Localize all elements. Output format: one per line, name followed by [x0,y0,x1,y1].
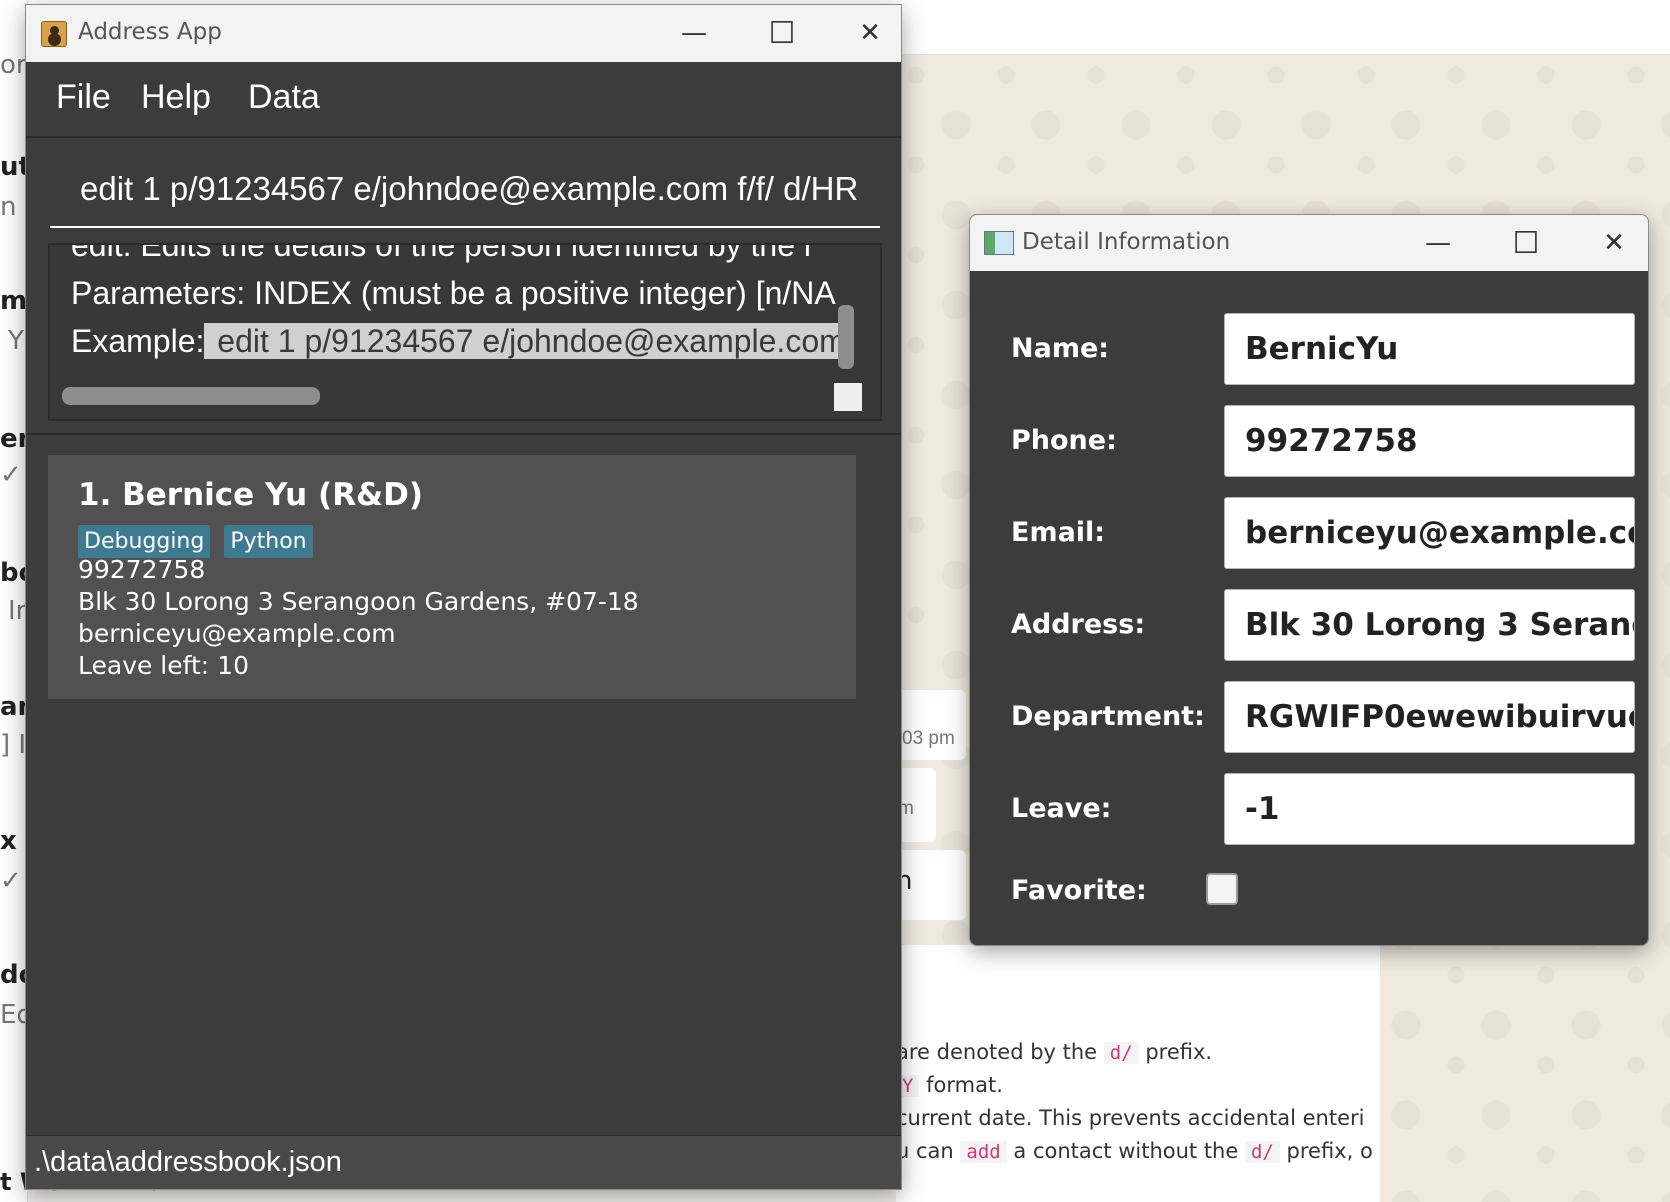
window-title: Address App [78,19,222,45]
result-example-label: Example: [71,323,205,359]
person-card[interactable]: 1. Bernice Yu (R&D) Debugging Python 992… [48,455,856,699]
doc-text: current date. This prevents accidental e… [896,1106,1365,1130]
doc-text: a contact without the [1006,1139,1245,1163]
doc-line: are denoted by the d/ prefix. [896,1040,1212,1064]
detail-row-phone: Phone: 99272758 [1011,405,1635,477]
detail-row-name: Name: BernicYu [1011,313,1635,385]
chat-fragment: ] I [0,730,27,760]
close-button[interactable]: ✕ [848,15,892,51]
result-line: Parameters: INDEX (must be a positive in… [71,275,836,311]
address-book-icon [41,21,67,47]
address-field[interactable]: Blk 30 Lorong 3 Serangoon Gardens, #07-1… [1224,589,1635,661]
background-document-preview: are denoted by the d/ prefix. Y format. … [896,945,1380,1202]
menu-file[interactable]: File [56,78,111,117]
detail-row-department: Department: RGWIFP0ewewibuirvuef [1011,681,1635,753]
department-label: Department: [1011,701,1205,732]
close-button[interactable]: ✕ [1592,225,1636,261]
minimize-button[interactable]: — [1416,225,1460,261]
doc-line: u can add a contact without the d/ prefi… [896,1139,1373,1163]
background-message-bubble: m [896,768,936,842]
menu-bar: File Help Data [26,62,901,138]
doc-code: d/ [1103,1042,1139,1064]
person-phone: 99272758 [78,555,206,584]
address-label: Address: [1011,609,1146,640]
email-label: Email: [1011,517,1106,548]
name-field[interactable]: BernicYu [1224,313,1635,385]
doc-text: are denoted by the [896,1040,1104,1064]
department-field-value: RGWIFP0ewewibuirvuef [1245,699,1635,735]
person-leave: Leave left: 10 [78,651,249,680]
name-field-value: BernicYu [1245,331,1399,367]
command-input[interactable]: edit 1 p/91234567 e/johndoe@example.com … [50,160,880,228]
result-line: Example: edit 1 p/91234567 e/johndoe@exa… [71,323,850,360]
result-line: edit: Edits the details of the person id… [71,243,812,263]
tag: Debugging [78,525,211,558]
chat-fragment: n [0,192,17,222]
background-message-time: 03 pm [902,728,955,749]
email-field-value: berniceyu@example.com [1245,515,1634,551]
scroll-corner [834,383,862,411]
phone-field[interactable]: 99272758 [1224,405,1635,477]
horizontal-scrollbar[interactable] [62,387,320,405]
person-tags: Debugging Python [78,525,313,558]
doc-text: prefix, o [1279,1139,1373,1163]
maximize-button[interactable]: ☐ [1504,225,1548,261]
person-address: Blk 30 Lorong 3 Serangoon Gardens, #07-1… [78,587,639,616]
menu-data[interactable]: Data [248,78,320,117]
doc-line: current date. This prevents accidental e… [896,1106,1364,1130]
chat-fragment: m [0,286,28,316]
person-email: berniceyu@example.com [78,619,396,648]
address-field-value: Blk 30 Lorong 3 Serangoon Gardens, #07-1… [1245,607,1634,643]
result-example-highlight: edit 1 p/91234567 e/johndoe@example.com [204,323,850,359]
app-window-icon [984,231,1014,255]
tag: Python [224,525,313,558]
vertical-scrollbar[interactable] [838,305,854,369]
doc-line: Y format. [896,1073,1003,1097]
chat-fragment: x [0,826,17,856]
leave-field[interactable]: -1 [1224,773,1635,845]
command-input-text: edit 1 p/91234567 e/johndoe@example.com … [80,170,859,207]
leave-label: Leave: [1011,793,1112,824]
menu-help[interactable]: Help [141,78,211,117]
chat-fragment: ✓ [0,460,22,490]
detail-titlebar[interactable]: Detail Information — ☐ ✕ [970,215,1648,271]
detail-row-email: Email: berniceyu@example.com [1011,497,1635,569]
maximize-button[interactable]: ☐ [760,15,804,51]
background-chat-list: or utc n m Y eng ✓ bo In an ] I x ✓ c do… [0,0,55,1202]
window-title: Detail Information [1022,229,1231,255]
address-app-window: Address App — ☐ ✕ File Help Data edit 1 … [25,4,902,1190]
person-name: 1. Bernice Yu (R&D) [78,477,423,513]
phone-field-value: 99272758 [1245,423,1418,459]
department-field[interactable]: RGWIFP0ewewibuirvuef [1224,681,1635,753]
person-list: 1. Bernice Yu (R&D) Debugging Python 992… [26,433,901,1137]
status-bar: .\data\addressbook.json [26,1135,901,1189]
doc-text: u can [896,1139,961,1163]
detail-information-window: Detail Information — ☐ ✕ Name: BernicYu … [969,214,1649,946]
doc-code: d/ [1244,1141,1280,1163]
chat-fragment: Y [8,326,24,356]
favorite-checkbox[interactable] [1206,873,1238,905]
doc-text: format. [919,1073,1003,1097]
main-titlebar[interactable]: Address App — ☐ ✕ [26,5,901,62]
result-display[interactable]: edit: Edits the details of the person id… [48,243,882,421]
email-field[interactable]: berniceyu@example.com [1224,497,1635,569]
doc-text: prefix. [1138,1040,1213,1064]
chat-fragment: or [0,50,27,80]
save-file-path: .\data\addressbook.json [34,1146,342,1178]
detail-row-leave: Leave: -1 [1011,773,1635,845]
background-message-bubble: h [896,850,966,920]
doc-code: add [960,1141,1007,1163]
leave-field-value: -1 [1245,791,1280,827]
name-label: Name: [1011,333,1110,364]
detail-row-address: Address: Blk 30 Lorong 3 Serangoon Garde… [1011,589,1635,661]
minimize-button[interactable]: — [672,15,716,51]
favorite-label: Favorite: [1011,875,1147,906]
phone-label: Phone: [1011,425,1117,456]
